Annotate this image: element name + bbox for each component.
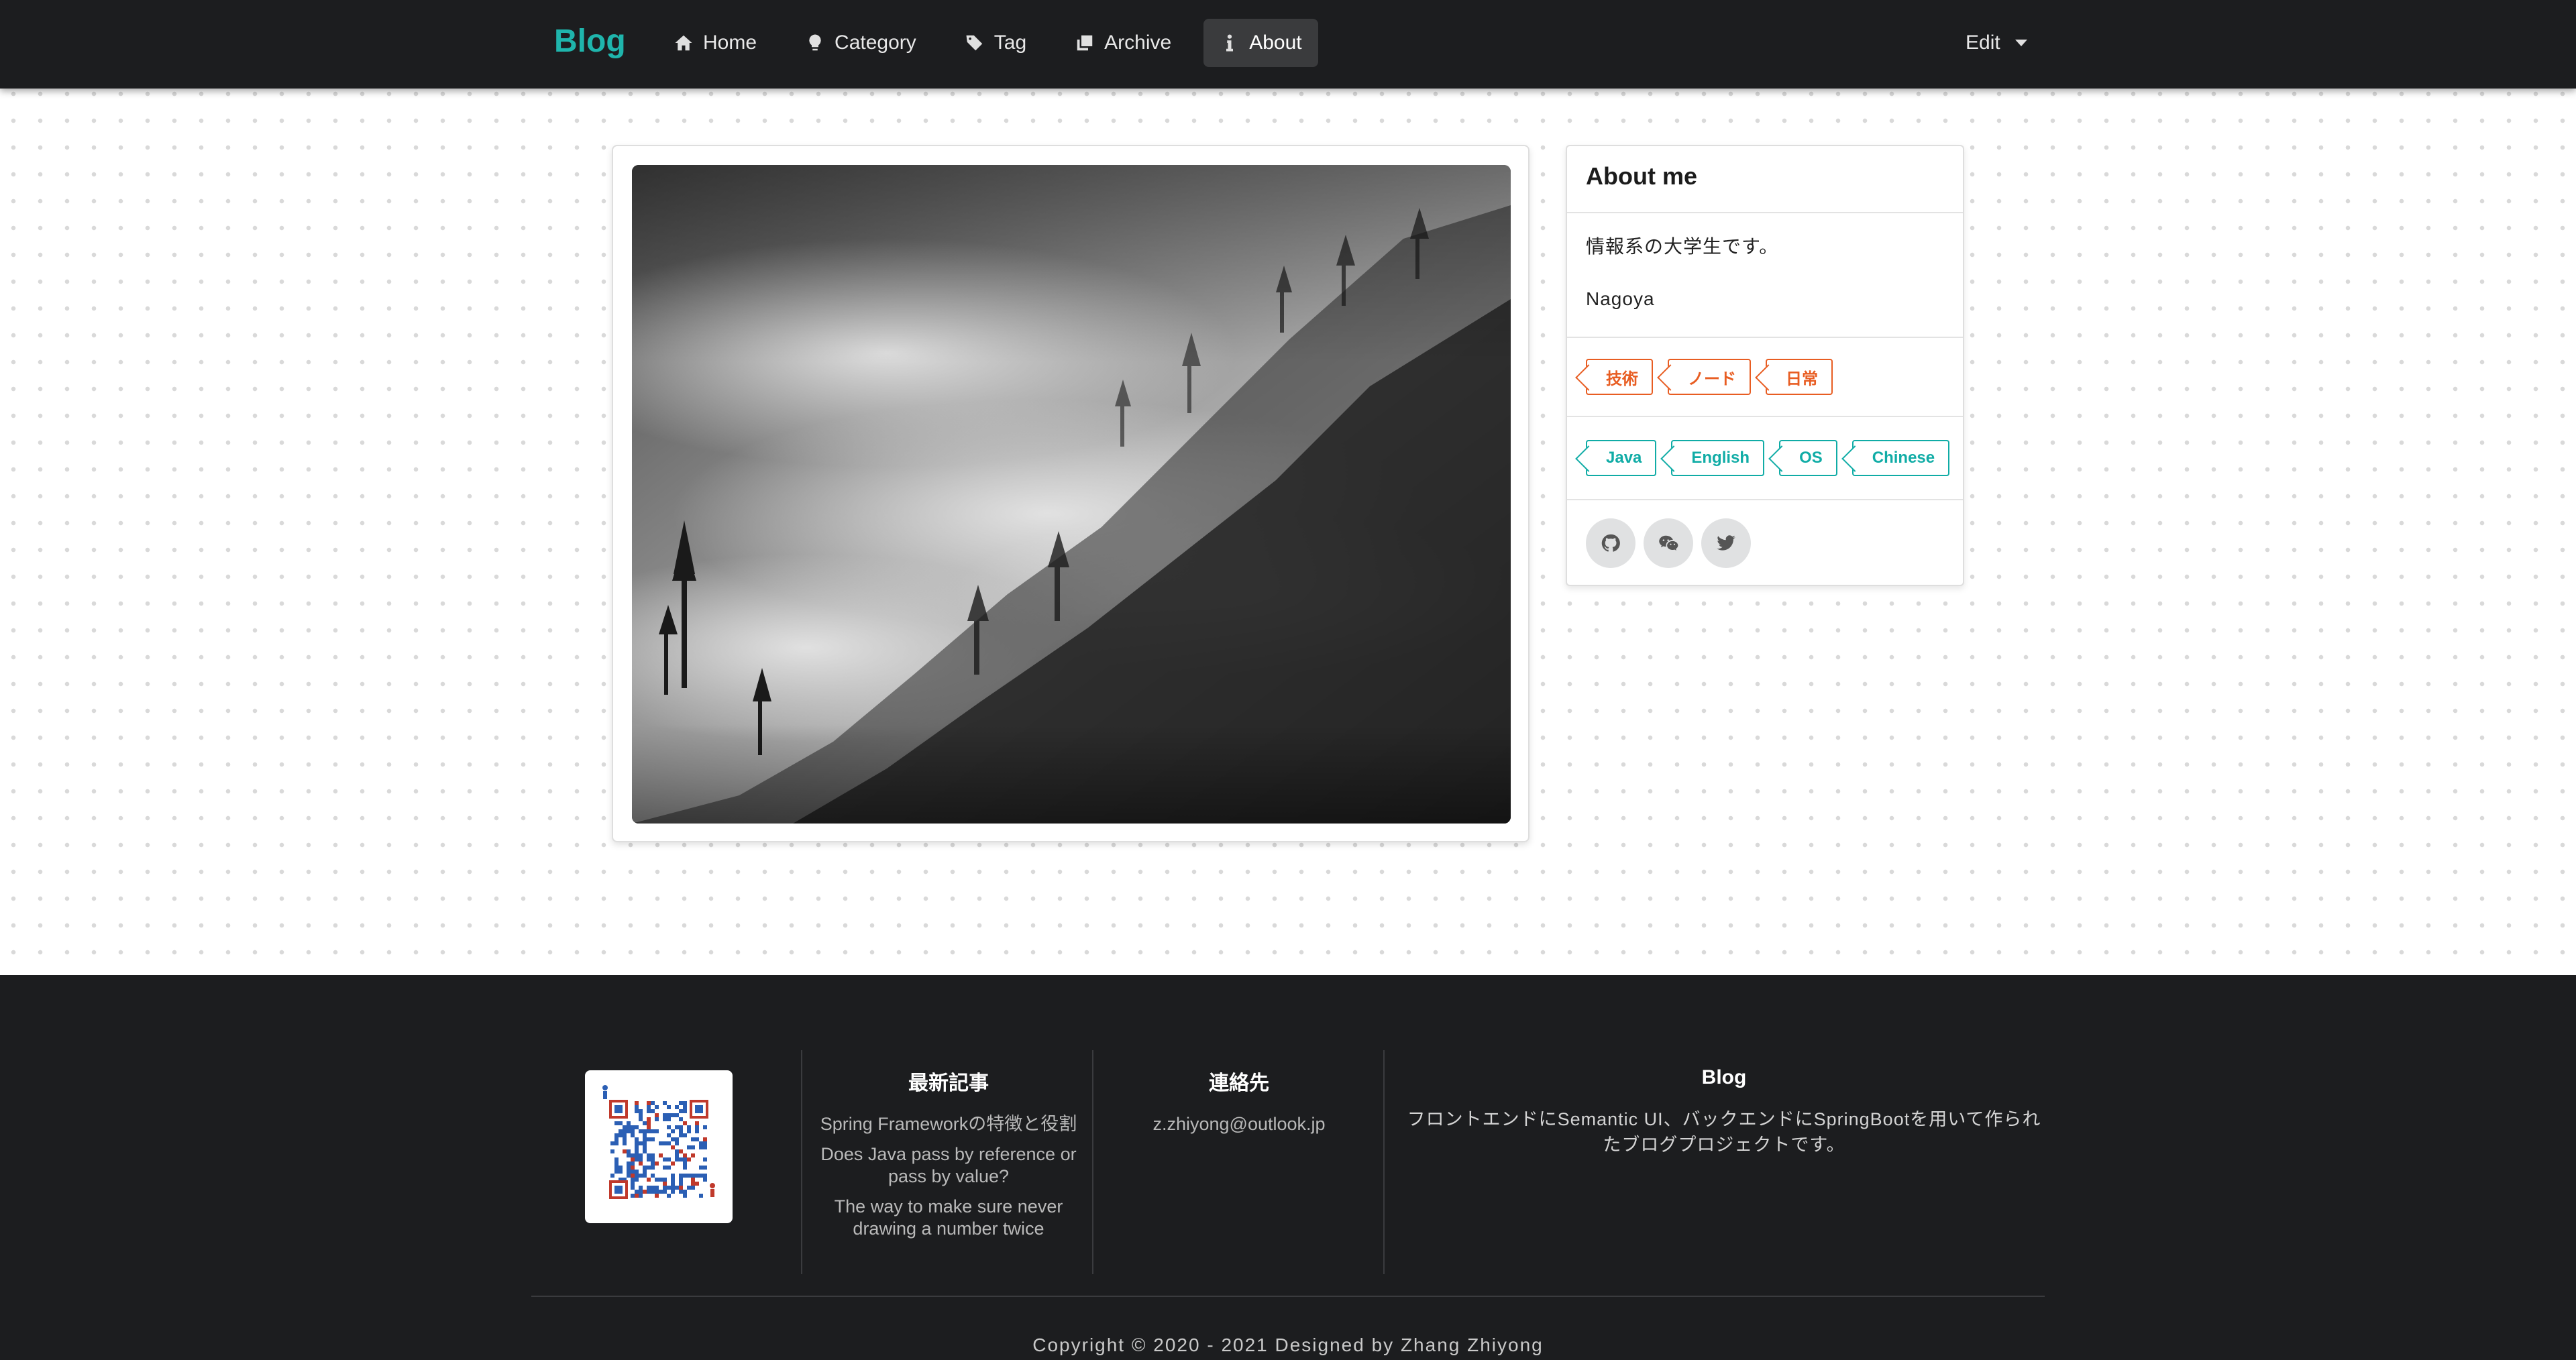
qr-code-image bbox=[597, 1082, 720, 1211]
nav-item-about[interactable]: About bbox=[1203, 19, 1318, 67]
tags-icon bbox=[966, 35, 983, 51]
info-icon bbox=[1226, 34, 1234, 52]
contact-column: 連絡先 z.zhiyong@outlook.jp bbox=[1107, 1066, 1371, 1143]
footer-divider bbox=[1092, 1050, 1093, 1274]
nav-item-label: Category bbox=[835, 32, 916, 54]
top-navbar: Blog Home Category Tag Archive About Edi… bbox=[0, 0, 2576, 89]
misty-forest-photo bbox=[632, 165, 1511, 824]
nav-item-home[interactable]: Home bbox=[657, 19, 773, 67]
caret-down-icon bbox=[2015, 40, 2027, 46]
tag-java[interactable]: Java bbox=[1586, 440, 1657, 476]
tag-english[interactable]: English bbox=[1671, 440, 1765, 476]
copyright-text: Copyright © 2020 - 2021 Designed by Zhan… bbox=[1032, 1335, 1544, 1355]
twitter-icon bbox=[1717, 535, 1735, 551]
wechat-qr-code bbox=[585, 1070, 733, 1223]
recent-post-link[interactable]: Spring Frameworkの特徴と役割 bbox=[820, 1113, 1077, 1135]
wechat-icon bbox=[1659, 535, 1678, 551]
blog-info-title: Blog bbox=[1701, 1066, 1747, 1088]
contact-email[interactable]: z.zhiyong@outlook.jp bbox=[1107, 1113, 1371, 1135]
github-icon bbox=[1601, 534, 1620, 552]
site-footer: 最新記事 Spring Frameworkの特徴と役割 Does Java pa… bbox=[0, 975, 2576, 1360]
nav-menu: Home Category Tag Archive About bbox=[657, 19, 1318, 67]
recent-post-link[interactable]: The way to make sure never drawing a num… bbox=[820, 1196, 1077, 1240]
contact-title: 連絡先 bbox=[1209, 1072, 1269, 1094]
wechat-button[interactable] bbox=[1644, 518, 1693, 568]
blog-info-column: Blog フロントエンドにSemantic UI、バックエンドにSpringBo… bbox=[1403, 1066, 2045, 1157]
tag-os[interactable]: OS bbox=[1779, 440, 1837, 476]
skill-tags: Java English OS Chinese bbox=[1567, 417, 1963, 500]
social-links bbox=[1567, 500, 1963, 586]
edit-label: Edit bbox=[1966, 32, 2000, 54]
footer-horizontal-divider bbox=[531, 1296, 2045, 1297]
tag-daily[interactable]: 日常 bbox=[1766, 359, 1833, 395]
about-image-card bbox=[612, 145, 1529, 842]
nav-item-label: Tag bbox=[994, 32, 1027, 54]
nav-item-label: Home bbox=[703, 32, 757, 54]
about-me-title: About me bbox=[1567, 146, 1963, 213]
tag-chinese[interactable]: Chinese bbox=[1851, 440, 1950, 476]
nav-item-label: Archive bbox=[1104, 32, 1172, 54]
twitter-button[interactable] bbox=[1701, 518, 1751, 568]
blog-description: フロントエンドにSemantic UI、バックエンドにSpringBootを用い… bbox=[1407, 1109, 2041, 1155]
footer-divider bbox=[801, 1050, 802, 1274]
home-icon bbox=[675, 35, 692, 51]
nav-item-archive[interactable]: Archive bbox=[1059, 19, 1187, 67]
tag-technology[interactable]: 技術 bbox=[1586, 359, 1653, 395]
recent-posts-title: 最新記事 bbox=[908, 1072, 989, 1094]
github-button[interactable] bbox=[1586, 518, 1635, 568]
nav-item-label: About bbox=[1249, 32, 1302, 54]
tag-node[interactable]: ノード bbox=[1668, 359, 1751, 395]
edit-dropdown[interactable]: Edit bbox=[1966, 19, 2027, 67]
recent-post-link[interactable]: Does Java pass by reference or pass by v… bbox=[820, 1143, 1077, 1188]
about-location: Nagoya bbox=[1586, 288, 1655, 309]
clone-icon bbox=[1077, 35, 1093, 51]
about-description: 情報系の大学生です。 Nagoya bbox=[1567, 213, 1963, 338]
about-me-card: About me 情報系の大学生です。 Nagoya 技術 ノード 日常 Jav… bbox=[1566, 145, 1964, 586]
brand-logo[interactable]: Blog bbox=[554, 23, 626, 60]
about-description-text: 情報系の大学生です。 bbox=[1586, 236, 1779, 257]
nav-item-category[interactable]: Category bbox=[789, 19, 932, 67]
recent-posts-column: 最新記事 Spring Frameworkの特徴と役割 Does Java pa… bbox=[820, 1066, 1077, 1248]
footer-divider bbox=[1383, 1050, 1385, 1274]
lightbulb-icon bbox=[809, 34, 821, 51]
category-tags: 技術 ノード 日常 bbox=[1567, 338, 1963, 417]
nav-item-tag[interactable]: Tag bbox=[949, 19, 1042, 67]
